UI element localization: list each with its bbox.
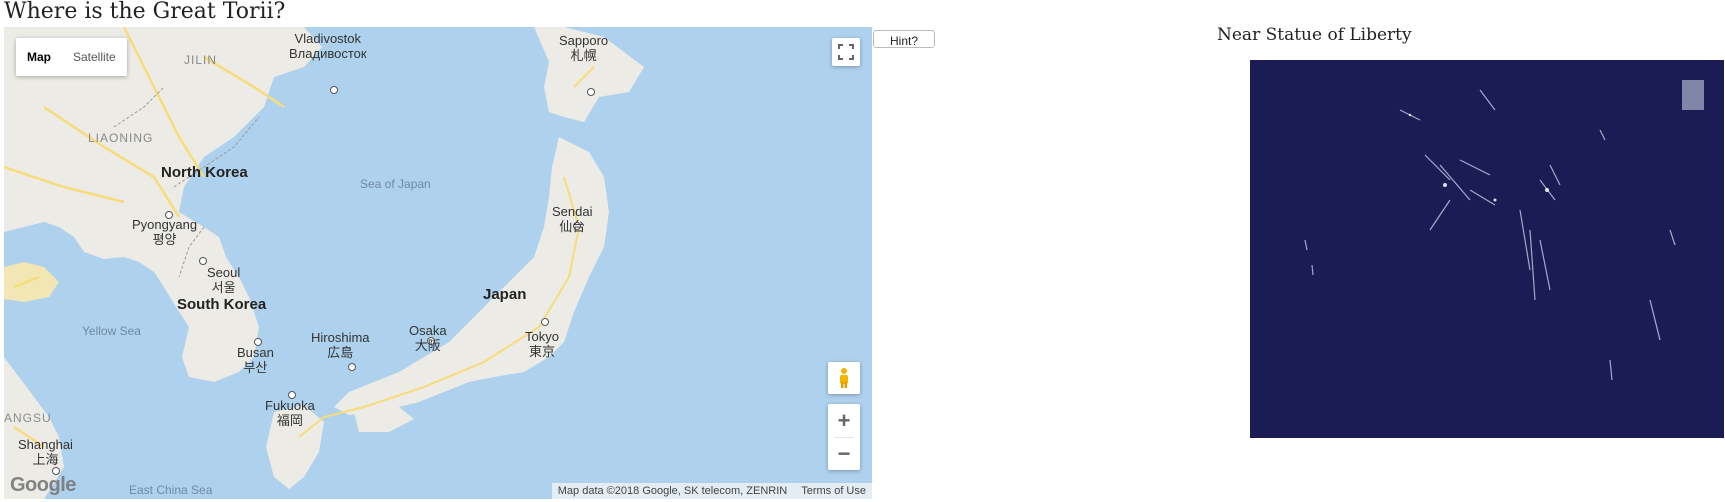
map-label-sapporo: Sapporo 札幌	[559, 33, 609, 63]
zoom-in-button[interactable]: +	[828, 404, 860, 437]
map-label-liaoning: LIAONING	[88, 131, 154, 145]
terms-of-use-link[interactable]: Terms of Use	[801, 485, 866, 497]
map-label-tokyo: Tokyo 東京	[525, 329, 559, 359]
fullscreen-icon	[838, 44, 854, 60]
map-label-fukuoka: Fukuoka 福岡	[265, 398, 315, 428]
fullscreen-button[interactable]	[832, 38, 860, 66]
fireworks-image	[1250, 60, 1724, 438]
seoul-marker	[199, 257, 207, 265]
street-view-pegman-button[interactable]	[828, 362, 860, 394]
map-attribution: Map data ©2018 Google, SK telecom, ZENRI…	[551, 483, 872, 499]
fireworks-photo	[1250, 60, 1724, 438]
map-label-vladivostok: Vladivostok Владивосток	[289, 31, 367, 61]
tokyo-marker	[541, 318, 549, 326]
map-label-south-korea: South Korea	[177, 296, 267, 313]
map-label-jiangsu: ANGSU	[4, 411, 52, 425]
map-label-japan: Japan	[483, 286, 527, 303]
map-label-jilin: JILIN	[184, 53, 218, 67]
map-canvas	[4, 27, 872, 499]
hiroshima-marker	[348, 363, 356, 371]
photo-caption: Near Statue of Liberty	[1217, 25, 1412, 45]
map-data-credit: Map data ©2018 Google, SK telecom, ZENRI…	[557, 485, 788, 497]
zoom-control: + −	[828, 404, 860, 470]
map-label-osaka: Osaka 大阪	[409, 323, 447, 353]
map-label-busan: Busan 부산	[237, 345, 274, 375]
hint-button[interactable]: Hint?	[873, 30, 935, 48]
map-label-sea-of-japan: Sea of Japan	[360, 177, 431, 191]
map-label-north-korea: North Korea	[161, 164, 248, 181]
photo-watermark-badge	[1682, 80, 1704, 110]
map-label-shanghai: Shanghai 上海	[18, 437, 73, 467]
sapporo-marker	[587, 88, 595, 96]
pegman-icon	[840, 368, 848, 388]
map-label-seoul: Seoul 서울	[207, 265, 241, 295]
zoom-out-button[interactable]: −	[828, 437, 860, 470]
map-label-pyongyang: Pyongyang 평양	[132, 217, 198, 247]
map-label-sendai: Sendai 仙台	[552, 204, 593, 234]
map-type-control: Map Satellite	[16, 38, 127, 76]
page-title: Where is the Great Torii?	[4, 0, 286, 24]
map-type-map-button[interactable]: Map	[16, 38, 62, 76]
map-label-east-china-sea: East China Sea	[129, 483, 213, 497]
map-label-hiroshima: Hiroshima 広島	[311, 330, 370, 360]
vladivostok-marker	[330, 86, 338, 94]
map-view[interactable]: Vladivostok Владивосток Sapporo 札幌 JILIN L…	[4, 27, 872, 499]
map-label-yellow-sea: Yellow Sea	[82, 324, 141, 338]
map-type-satellite-button[interactable]: Satellite	[62, 38, 127, 76]
zoom-divider	[834, 437, 854, 438]
google-logo: Google	[10, 474, 76, 496]
